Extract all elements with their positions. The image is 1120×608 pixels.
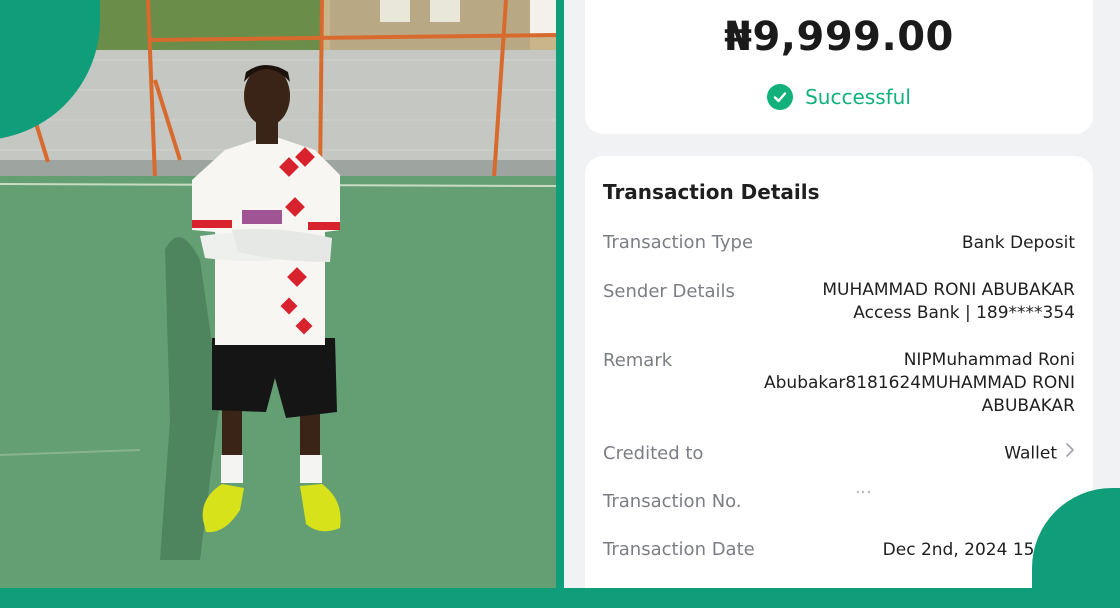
chevron-right-icon (1065, 442, 1075, 465)
transaction-details-card: Transaction Details Transaction Type Ban… (585, 156, 1093, 588)
remark-label: Remark (603, 350, 673, 371)
transaction-date-label: Transaction Date (603, 539, 755, 560)
player-photo (0, 0, 556, 588)
transaction-type-value: Bank Deposit (961, 233, 1075, 253)
receipt-panel: ₦9,999.00 Successful Transaction Details… (564, 0, 1120, 588)
sender-bank: Access Bank | 189****354 (853, 303, 1075, 323)
transaction-type-label: Transaction Type (603, 232, 754, 253)
sender-details-value: MUHAMMAD RONI ABUBAKAR Access Bank | 189… (822, 279, 1075, 325)
redacted-number-marks (856, 490, 871, 494)
transaction-date-value: Dec 2nd, 2024 15:0 (882, 540, 1051, 560)
transaction-status: Successful (585, 84, 1093, 110)
transaction-number-label: Transaction No. (603, 491, 742, 512)
remark-value: NIPMuhammad Roni Abubakar8181624MUHAMMAD… (764, 349, 1075, 418)
panel-divider (556, 0, 564, 588)
sender-name: MUHAMMAD RONI ABUBAKAR (822, 280, 1075, 300)
remark-line-1: NIPMuhammad Roni (903, 350, 1075, 370)
transaction-amount: ₦9,999.00 (724, 14, 954, 60)
player-photo-illustration (0, 0, 556, 588)
credited-to-label: Credited to (603, 443, 704, 464)
sender-details-label: Sender Details (603, 281, 735, 302)
status-text: Successful (805, 85, 911, 109)
remark-line-3: ABUBAKAR (981, 396, 1075, 416)
credited-to-value[interactable]: Wallet (1004, 442, 1075, 466)
details-title: Transaction Details (603, 180, 820, 204)
check-circle-icon (767, 84, 794, 110)
remark-line-2: Abubakar8181624MUHAMMAD RONI (764, 373, 1075, 393)
credited-to-text: Wallet (1004, 443, 1057, 464)
amount-card: ₦9,999.00 Successful (585, 0, 1093, 134)
